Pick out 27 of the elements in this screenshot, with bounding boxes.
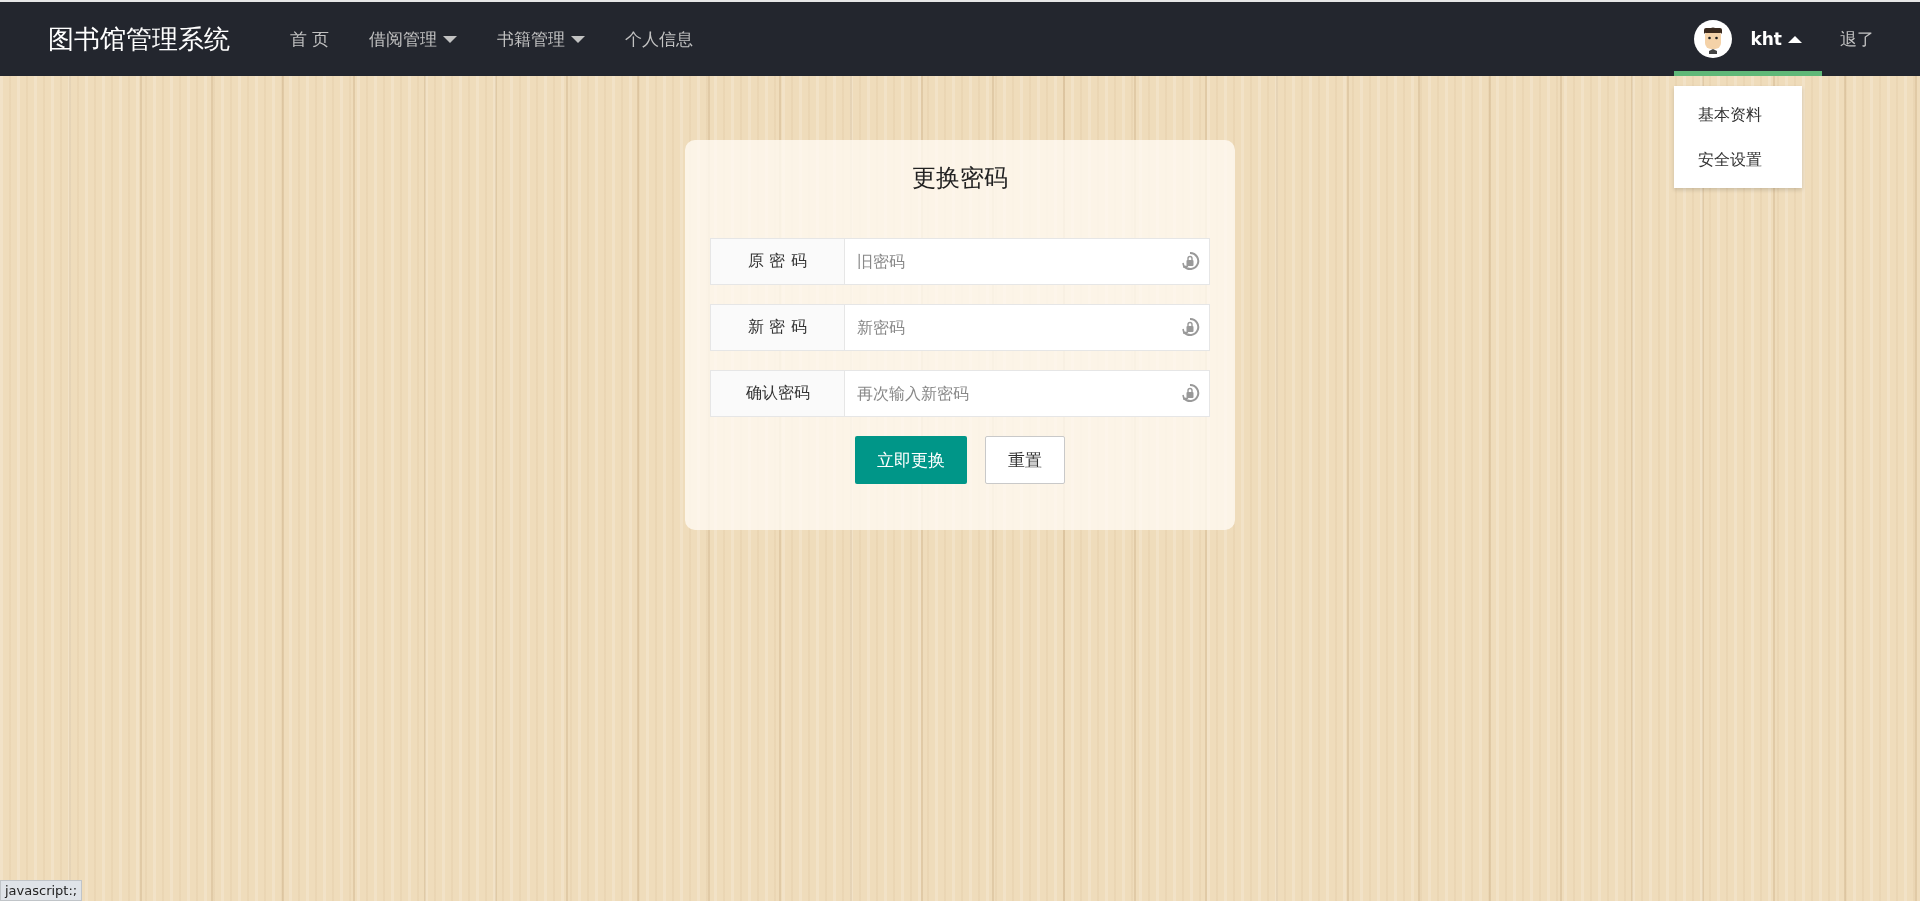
nav-link[interactable]: 个人信息 [605, 27, 714, 51]
lock-icon [1180, 251, 1200, 271]
lock-icon [1180, 383, 1200, 403]
password-field[interactable]: 再次输入新密码 [845, 370, 1210, 417]
nav-link[interactable]: 借阅管理 [349, 27, 478, 51]
status-bar: javascript:; [0, 880, 83, 901]
caret-icon [571, 35, 586, 43]
password-field[interactable]: 旧密码 [845, 238, 1210, 285]
site-title: 图书馆管理系统 [48, 22, 230, 56]
avatar-icon [1694, 20, 1733, 58]
menu-item[interactable]: 基本资料 [1674, 92, 1803, 137]
lock-icon [1180, 317, 1200, 337]
field-label: 新 密 码 [710, 304, 845, 351]
field-label: 原 密 码 [710, 238, 845, 285]
nav-link[interactable]: 书籍管理 [477, 27, 606, 51]
nav-link[interactable]: 首 页 [270, 27, 350, 51]
password-field[interactable]: 新密码 [845, 304, 1210, 351]
caret-icon [1788, 35, 1802, 43]
caret-icon [443, 35, 458, 43]
logout-link[interactable]: 退了 [1822, 27, 1874, 51]
field-label: 确认密码 [710, 370, 845, 417]
user-name: kht [1750, 29, 1802, 49]
reset-button[interactable]: 重置 [985, 436, 1065, 484]
menu-item[interactable]: 安全设置 [1674, 137, 1803, 182]
form-title: 更换密码 [911, 163, 1009, 194]
user-menu[interactable]: kht [1674, 2, 1822, 76]
submit-button[interactable]: 立即更换 [855, 436, 967, 484]
